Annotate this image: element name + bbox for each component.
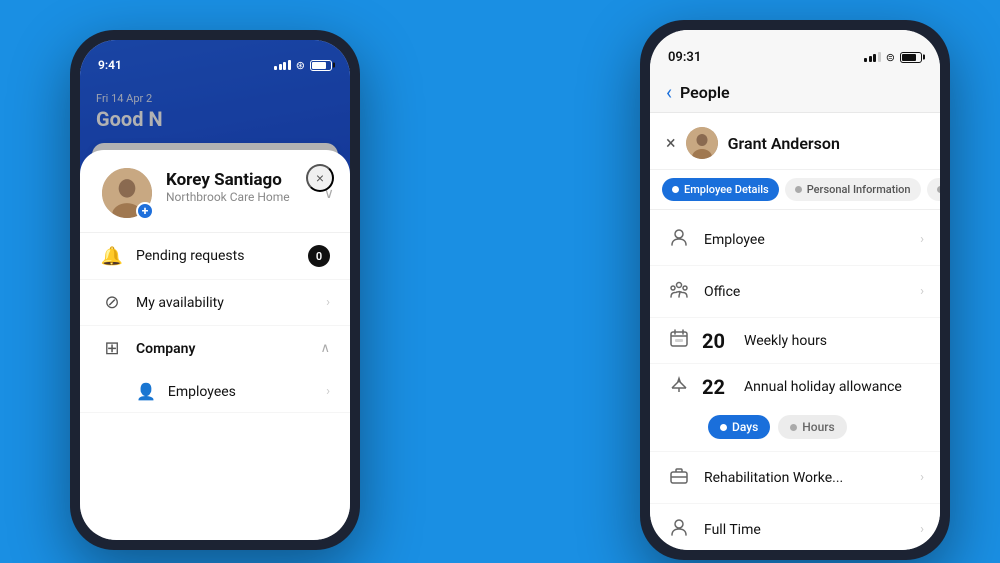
phone1-battery [310, 60, 332, 71]
weekly-hours-number: 20 [702, 329, 734, 353]
fulltime-label: Full Time [704, 522, 908, 538]
toggle-days-label: Days [732, 420, 758, 434]
calendar-svg [669, 328, 689, 348]
phone1-time: 9:41 [98, 58, 122, 72]
office-row-label: Office [704, 284, 908, 300]
my-availability-item[interactable]: ⊘ My availability › [80, 280, 350, 326]
detail-row-holiday: 22 Annual holiday allowance Days Hours [650, 364, 940, 452]
detail-row-weekly-hours: 20 Weekly hours [650, 318, 940, 364]
avatar-wrap: + [100, 166, 154, 220]
modal-sheet: × + Korey Santiago Nor [80, 150, 350, 540]
phone1-status-icons: ⊛ [274, 59, 332, 72]
user-name: Korey Santiago [166, 170, 312, 190]
person-icon [669, 227, 689, 247]
employees-item[interactable]: 👤 Employees › [80, 371, 350, 413]
user-info: Korey Santiago Northbrook Care Home [166, 166, 312, 204]
holiday-number: 22 [702, 375, 734, 399]
employees-icon: 👤 [136, 382, 156, 401]
phone2-battery-fill [902, 54, 916, 61]
phone1-wifi-icon: ⊛ [296, 59, 305, 72]
phone2-wifi-icon: ⊜ [886, 51, 895, 64]
employees-chevron: › [326, 384, 330, 399]
employee-header: × Grant Anderson [650, 113, 940, 170]
pending-requests-item[interactable]: 🔔 Pending requests 0 [80, 233, 350, 280]
calendar-icon [666, 328, 692, 353]
detail-row-employee[interactable]: Employee › [650, 214, 940, 266]
tab-bar: Employee Details Personal Information Lo… [650, 170, 940, 210]
phone2-nav-bar: ‹ People [650, 74, 940, 113]
phone-left: 9:41 ⊛ Fri 14 Apr 2 Good N Tomorrow's [70, 30, 360, 550]
company-icon: ⊞ [100, 338, 124, 359]
company-label: Company [136, 341, 308, 357]
detail-list: Employee › Office › [650, 210, 940, 550]
tab-employee-details-label: Employee Details [684, 183, 769, 196]
fulltime-chevron: › [920, 522, 924, 537]
person2-icon [669, 517, 689, 537]
tab-dot-3 [937, 186, 940, 193]
employee-row-label: Employee [704, 232, 908, 248]
phone2-battery [900, 52, 922, 63]
rehab-icon [666, 465, 692, 490]
toggle-hours-label: Hours [802, 420, 834, 434]
emp-close-button[interactable]: × [666, 133, 676, 154]
tab-dot-2 [795, 186, 802, 193]
holiday-icon [666, 374, 692, 399]
bell-icon: 🔔 [100, 246, 124, 267]
phone1-status-bar: 9:41 ⊛ [80, 40, 350, 80]
emp-avatar-svg [686, 127, 718, 159]
weekly-hours-label: Weekly hours [744, 333, 924, 349]
toggle-days[interactable]: Days [708, 415, 770, 439]
holiday-label: Annual holiday allowance [744, 379, 924, 395]
toggle-hours[interactable]: Hours [778, 415, 846, 439]
pending-requests-label: Pending requests [136, 248, 296, 264]
tab-personal-info[interactable]: Personal Information [785, 178, 921, 201]
phone1-signal [274, 60, 291, 70]
emp-avatar [686, 127, 718, 159]
user-org: Northbrook Care Home [166, 190, 312, 204]
briefcase-icon [669, 465, 689, 485]
availability-icon: ⊘ [100, 292, 124, 313]
employee-row-chevron: › [920, 232, 924, 247]
phone-right: 09:31 ⊜ ‹ People × [640, 20, 950, 560]
office-row-icon [666, 279, 692, 304]
office-row-chevron: › [920, 284, 924, 299]
office-icon [669, 279, 689, 299]
tab-personal-info-label: Personal Information [807, 183, 911, 196]
phone2-content: × Grant Anderson Employee Details [650, 113, 940, 550]
phone2-status-bar: 09:31 ⊜ [650, 30, 940, 74]
modal-close-button[interactable]: × [306, 164, 334, 192]
toggle-hours-dot [790, 424, 797, 431]
phone2-screen: 09:31 ⊜ ‹ People × [650, 30, 940, 550]
my-availability-label: My availability [136, 295, 314, 311]
employee-row-icon [666, 227, 692, 252]
holiday-number-row: 22 Annual holiday allowance [650, 364, 940, 409]
phone1-screen: 9:41 ⊛ Fri 14 Apr 2 Good N Tomorrow's [80, 40, 350, 540]
phone1-battery-fill [312, 62, 326, 69]
back-button[interactable]: ‹ [666, 80, 672, 104]
holiday-toggle-group: Days Hours [650, 409, 940, 451]
company-section[interactable]: ⊞ Company ∧ [80, 326, 350, 371]
pending-badge: 0 [308, 245, 330, 267]
detail-row-rehab[interactable]: Rehabilitation Worke... › [650, 452, 940, 504]
rehab-label: Rehabilitation Worke... [704, 470, 908, 486]
phone2-signal [864, 52, 881, 62]
tab-lo[interactable]: Lo... [927, 178, 940, 201]
tab-dot-1 [672, 186, 679, 193]
nav-title: People [680, 83, 730, 102]
phone2-time: 09:31 [668, 50, 701, 65]
company-chevron: ∧ [320, 341, 330, 356]
toggle-days-dot [720, 424, 727, 431]
fulltime-icon [666, 517, 692, 542]
phone2-status-icons: ⊜ [864, 51, 922, 64]
detail-row-office[interactable]: Office › [650, 266, 940, 318]
avatar-plus-button[interactable]: + [136, 202, 154, 220]
availability-chevron: › [326, 295, 330, 310]
detail-row-fulltime[interactable]: Full Time › [650, 504, 940, 550]
emp-name: Grant Anderson [728, 134, 840, 153]
tab-employee-details[interactable]: Employee Details [662, 178, 779, 201]
rehab-chevron: › [920, 470, 924, 485]
holiday-svg [669, 374, 689, 394]
employees-label: Employees [168, 384, 314, 400]
